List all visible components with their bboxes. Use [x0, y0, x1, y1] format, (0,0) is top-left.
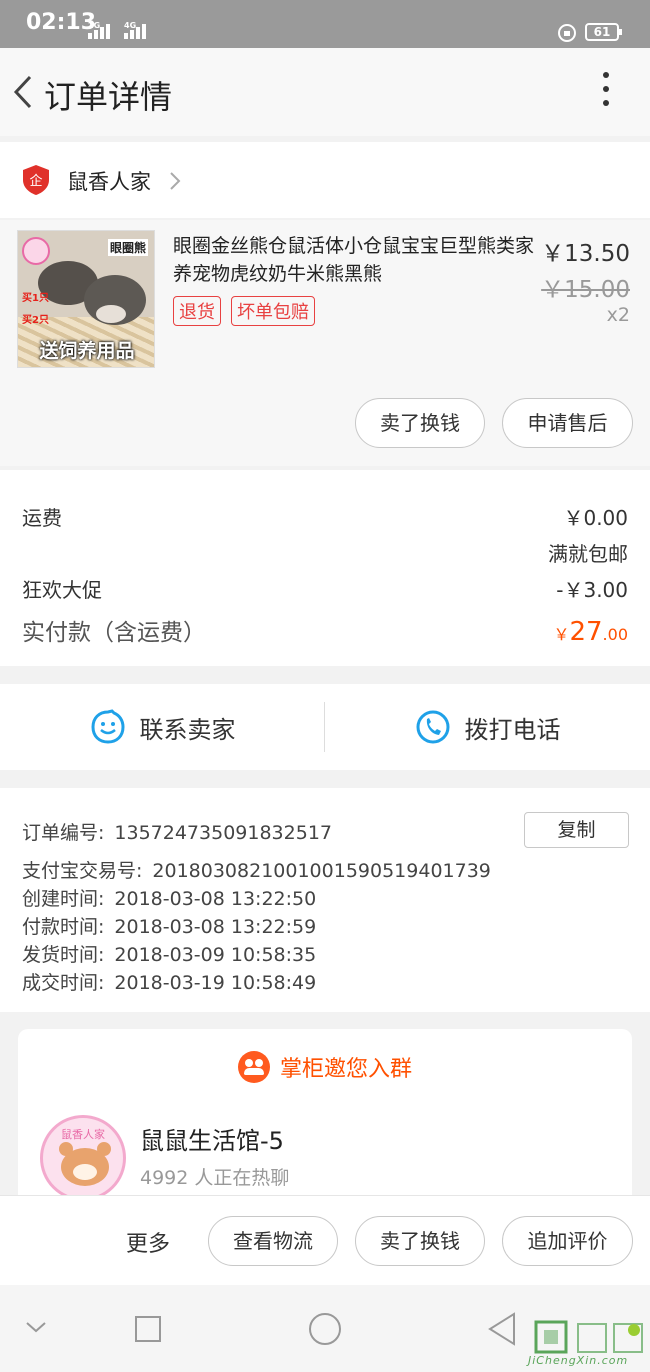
group-avatar-text: 鼠香人家 — [61, 1128, 105, 1141]
page-title: 订单详情 — [44, 78, 173, 116]
sell-for-cash-button[interactable]: 卖了换钱 — [355, 398, 485, 448]
shipping-label: 运费 — [22, 506, 62, 530]
group-icon — [237, 1051, 270, 1083]
more-actions-link[interactable]: 更多 — [126, 1226, 170, 1258]
group-avatar: 鼠香人家 — [40, 1115, 126, 1201]
shop-name: 鼠香人家 — [67, 170, 151, 194]
contact-seller-button[interactable]: 联系卖家 — [0, 684, 325, 770]
order-number-label: 订单编号: — [22, 822, 105, 844]
recents-icon[interactable] — [134, 1315, 162, 1343]
battery-icon: 61 — [585, 23, 622, 41]
closed-value: 2018-03-19 10:58:49 — [114, 972, 317, 994]
tag-damage-guarantee: 坏单包赔 — [231, 296, 315, 326]
brand-logo-icon — [22, 237, 50, 265]
product-quantity: x2 — [606, 304, 630, 326]
shipped-label: 发货时间: — [22, 944, 105, 966]
bottom-action-bar: 更多 查看物流 卖了换钱 追加评价 — [0, 1195, 650, 1285]
promo-value: -￥3.00 — [556, 578, 628, 602]
back-triangle-icon[interactable] — [486, 1311, 518, 1347]
thumb-line-1: 买1只 — [22, 293, 49, 304]
shipped-value: 2018-03-09 10:58:35 — [114, 944, 317, 966]
signal-icon — [88, 24, 110, 39]
status-time: 02:13 — [26, 10, 97, 35]
created-value: 2018-03-08 13:22:50 — [114, 888, 317, 910]
order-number-row: 订单编号: 135724735091832517 — [22, 818, 332, 845]
status-bar: 02:13 2G 4G 61 — [0, 0, 650, 48]
add-review-button[interactable]: 追加评价 — [502, 1216, 633, 1266]
group-invite-card[interactable]: 掌柜邀您入群 鼠香人家 鼠鼠生活馆-5 4992 人正在热聊 — [18, 1029, 632, 1209]
shop-row[interactable]: 企 鼠香人家 — [0, 142, 650, 218]
created-row: 创建时间: 2018-03-08 13:22:50 — [22, 884, 316, 911]
promo-row: 狂欢大促 -￥3.00 — [22, 574, 628, 603]
paid-time-row: 付款时间: 2018-03-08 13:22:59 — [22, 912, 316, 939]
group-invite-title: 掌柜邀您入群 — [279, 1057, 412, 1082]
closed-row: 成交时间: 2018-03-19 10:58:49 — [22, 968, 316, 995]
order-item[interactable]: 眼圈熊 买1只 买2只 送饲养用品 眼圈金丝熊仓鼠活体小仓鼠宝宝巨型熊类家养宠物… — [0, 220, 650, 466]
closed-label: 成交时间: — [22, 972, 105, 994]
paid-time-value: 2018-03-08 13:22:59 — [114, 916, 317, 938]
paid-row: 实付款（含运费） ￥27.00 — [22, 613, 628, 647]
created-label: 创建时间: — [22, 888, 105, 910]
contact-seller-label: 联系卖家 — [139, 715, 236, 744]
chevron-down-icon[interactable] — [24, 1319, 48, 1335]
group-name: 鼠鼠生活馆-5 — [140, 1127, 284, 1155]
paid-amount: ￥27.00 — [553, 617, 628, 647]
shipping-value: ￥0.00 — [563, 506, 628, 530]
thumb-line-2: 买2只 — [22, 315, 49, 326]
order-info: 订单编号: 135724735091832517 复制 支付宝交易号: 201803… — [0, 788, 650, 1012]
group-member-count: 4992 人正在热聊 — [140, 1167, 290, 1189]
alipay-row: 支付宝交易号: 2018030821001001590519401739 — [22, 856, 491, 883]
nav-bar: 订单详情 — [0, 48, 650, 136]
alipay-label: 支付宝交易号: — [22, 860, 143, 882]
shipping-note: 满就包邮 — [548, 542, 628, 566]
signal-icon-2 — [124, 24, 146, 39]
thumb-bottom-text: 送饲养用品 — [39, 340, 135, 362]
shipped-row: 发货时间: 2018-03-09 10:58:35 — [22, 940, 316, 967]
paid-label: 实付款（含运费） — [22, 620, 206, 646]
back-arrow-icon[interactable] — [12, 74, 34, 110]
more-options-icon[interactable] — [596, 72, 616, 112]
thumb-tag: 眼圈熊 — [108, 239, 149, 256]
call-button[interactable]: 拨打电话 — [325, 684, 650, 770]
fee-summary: 运费 ￥0.00 满就包邮 狂欢大促 -￥3.00 实付款（含运费） ￥27.0… — [0, 470, 650, 666]
paid-time-label: 付款时间: — [22, 916, 105, 938]
promo-label: 狂欢大促 — [22, 578, 102, 602]
view-logistics-button[interactable]: 查看物流 — [208, 1216, 338, 1266]
product-title[interactable]: 眼圈金丝熊仓鼠活体小仓鼠宝宝巨型熊类家养宠物虎纹奶牛米熊黑熊 — [173, 232, 535, 288]
chevron-right-icon — [170, 172, 181, 190]
rotation-lock-icon — [558, 24, 576, 42]
product-thumbnail[interactable]: 眼圈熊 买1只 买2只 送饲养用品 — [17, 230, 155, 368]
copy-button[interactable]: 复制 — [524, 812, 629, 848]
enterprise-shield-icon: 企 — [23, 165, 49, 195]
chat-icon — [90, 709, 125, 744]
sell-for-cash-button-bottom[interactable]: 卖了换钱 — [355, 1216, 485, 1266]
group-invite-header: 掌柜邀您入群 — [18, 1051, 632, 1083]
svg-text:企: 企 — [29, 173, 42, 189]
contact-bar: 联系卖家 拨打电话 — [0, 684, 650, 770]
product-tags: 退货 坏单包赔 — [173, 296, 315, 326]
after-sales-button[interactable]: 申请售后 — [502, 398, 633, 448]
product-price: ￥13.50 — [541, 241, 630, 267]
order-number-value: 135724735091832517 — [114, 822, 332, 844]
phone-icon — [416, 710, 449, 744]
alipay-value: 2018030821001001590519401739 — [152, 860, 491, 882]
home-icon[interactable] — [307, 1311, 343, 1347]
shipping-row: 运费 ￥0.00 — [22, 502, 628, 531]
tag-return: 退货 — [173, 296, 221, 326]
call-label: 拨打电话 — [464, 715, 561, 744]
watermark-text: JiChengXin.com — [528, 1354, 629, 1367]
product-original-price: ￥15.00 — [541, 277, 630, 303]
